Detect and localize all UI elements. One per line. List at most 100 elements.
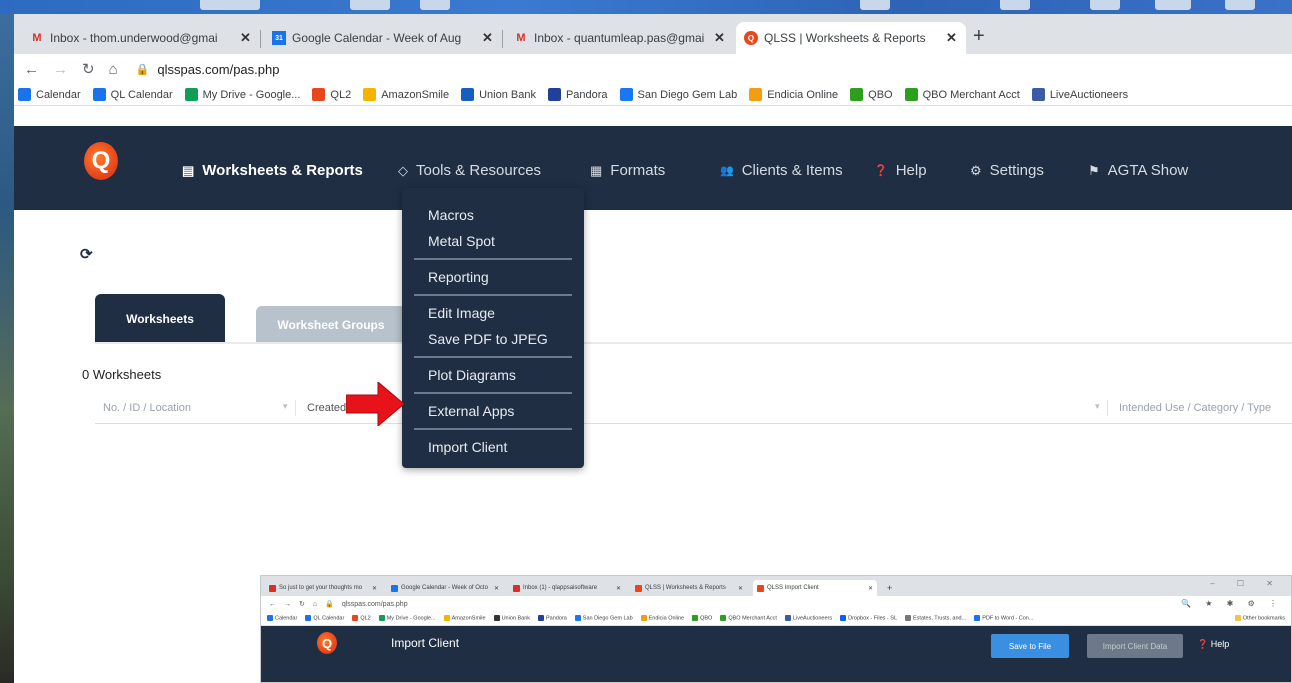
reload-icon[interactable]: ↻ [299,600,305,608]
inset-bookmark-item[interactable]: QBO Merchant Acct [720,615,777,622]
close-icon[interactable]: ✕ [738,585,743,592]
inset-tab-2[interactable]: Inbox (1) - qlappsaisoftware ✕ [509,580,625,596]
menu-item-import-client[interactable]: Import Client [402,434,584,460]
new-tab-button[interactable]: + [883,580,896,596]
inset-bookmark-item[interactable]: My Drive - Google... [378,615,436,622]
close-icon[interactable]: ✕ [868,585,873,592]
tab-worksheet-groups[interactable]: Worksheet Groups [256,306,406,344]
other-bookmarks[interactable]: Other bookmarks [1234,615,1285,621]
forward-icon[interactable]: → [53,61,68,78]
bookmark-item[interactable]: Pandora [547,88,608,101]
browser-tab-1[interactable]: 31 Google Calendar - Week of Aug ✕ [264,22,502,54]
inset-bookmark-item[interactable]: Dropbox - Files - SL [840,615,897,622]
bookmark-label: LiveAuctioneers [792,615,833,622]
back-icon[interactable]: ← [269,601,276,608]
sort-icon[interactable]: ▾ [283,401,288,412]
bookmark-item[interactable]: Union Bank [461,88,536,101]
import-client-data-button[interactable]: Import Client Data [1087,634,1183,658]
menu-item-save-pdf-to-jpeg[interactable]: Save PDF to JPEG [402,326,584,352]
tab-favicon-icon [757,584,764,592]
inset-bookmark-item[interactable]: Union Bank [493,615,530,622]
menu-item-macros[interactable]: Macros [402,202,584,228]
bookmark-label: QBO [700,615,713,622]
bookmark-item[interactable]: QBO [850,88,893,101]
menu-item-edit-image[interactable]: Edit Image [402,300,584,326]
worksheet-count: 0 Worksheets [82,367,162,382]
bookmark-item[interactable]: QL2 [312,88,351,101]
browser-tab-2[interactable]: M Inbox - quantumleap.pas@gmai ✕ [506,22,734,54]
bookmark-item[interactable]: QL Calendar [92,88,173,101]
inset-bookmark-item[interactable]: Endicia Online [640,615,684,622]
close-icon[interactable]: ✕ [240,30,252,46]
inset-help[interactable]: ❓ Help [1197,639,1229,650]
browser-tab-3[interactable]: Q QLSS | Worksheets & Reports ✕ [736,22,966,54]
inset-bookmark-item[interactable]: QL Calendar [305,615,344,622]
nav-clients-items[interactable]: 👥 Clients & Items [720,162,843,179]
grid-header: No. / ID / Location ▾ Created ▾ Intended… [95,392,1292,424]
nav-worksheets-reports[interactable]: ▤ Worksheets & Reports [182,162,363,179]
sort-icon[interactable]: ▾ [1095,401,1100,412]
inset-tab-0[interactable]: So just to get your thoughts mo ✕ [265,580,381,596]
close-icon[interactable]: ✕ [482,30,494,46]
desktop-background [0,0,14,683]
inset-bookmark-item[interactable]: San Diego Gem Lab [574,615,633,622]
bookmark-item[interactable]: My Drive - Google... [184,88,301,101]
address-bar[interactable]: 🔒 qlsspas.com/pas.php [136,62,280,77]
close-icon[interactable]: ✕ [494,585,499,592]
tab-worksheets[interactable]: Worksheets [95,294,225,344]
close-icon[interactable]: ✕ [372,585,377,592]
extension-icons[interactable]: 🔍 ★ ✱ ⚙ ⋮ [1181,599,1283,608]
nav-settings[interactable]: ⚙ Settings [970,162,1044,179]
nav-formats[interactable]: ▦ Formats [590,162,665,179]
save-to-file-button[interactable]: Save to File [991,634,1069,658]
nav-tools-resources[interactable]: ◇ Tools & Resources [398,162,541,179]
nav-agta-show[interactable]: ⚑ AGTA Show [1088,162,1188,179]
menu-item-metal-spot[interactable]: Metal Spot [402,228,584,254]
new-tab-button[interactable]: + [973,25,985,48]
column-header-intended-use[interactable]: Intended Use / Category / Type [1119,402,1271,414]
bookmark-label: My Drive - Google... [202,88,301,101]
inset-tab-strip: – ☐ ✕ So just to get your thoughts mo ✕ Go… [261,576,1291,596]
menu-item-reporting[interactable]: Reporting [402,264,584,290]
column-header-created[interactable]: Created [307,402,346,414]
window-controls[interactable]: – ☐ ✕ [1210,579,1283,588]
home-icon[interactable]: ⌂ [109,61,118,78]
bookmark-item[interactable]: AmazonSmile [363,88,449,101]
inset-page-title: Import Client [391,636,460,650]
app-logo[interactable]: Q [84,142,118,180]
inset-bookmark-item[interactable]: QBO [692,615,713,622]
inset-bookmark-item[interactable]: Calendar [267,615,297,622]
bookmark-item[interactable]: Calendar [18,88,81,101]
home-icon[interactable]: ⌂ [313,601,317,608]
inset-bookmark-item[interactable]: PDF to Word - Con... [974,615,1033,622]
bookmark-item[interactable]: LiveAuctioneers [1031,88,1128,101]
browser-tab-0[interactable]: M Inbox - thom.underwood@gmai ✕ [22,22,260,54]
inset-url-text[interactable]: qlsspas.com/pas.php [342,601,408,608]
bookmark-icon [784,615,791,622]
app-logo[interactable]: Q [317,632,337,654]
inset-bookmark-item[interactable]: QL2 [352,615,371,622]
inset-tab-3[interactable]: QLSS | Worksheets & Reports ✕ [631,580,747,596]
close-icon[interactable]: ✕ [616,585,621,592]
bookmark-item[interactable]: San Diego Gem Lab [619,88,737,101]
inset-bookmark-item[interactable]: LiveAuctioneers [784,615,833,622]
nav-help[interactable]: ❓ Help [874,162,927,179]
inset-tab-1[interactable]: Google Calendar - Week of Octo ✕ [387,580,503,596]
menu-item-external-apps[interactable]: External Apps [402,398,584,424]
close-icon[interactable]: ✕ [946,30,958,46]
bookmark-item[interactable]: QBO Merchant Acct [904,88,1020,101]
lock-icon: 🔒 [325,601,334,608]
back-icon[interactable]: ← [24,61,39,78]
inset-tab-4[interactable]: QLSS Import Client ✕ [753,580,877,596]
inset-bookmark-item[interactable]: Pandora [538,615,567,622]
column-header-id[interactable]: No. / ID / Location [103,402,191,414]
inset-bookmark-item[interactable]: Estates, Trusts, and... [905,615,966,622]
desktop-taskbar [0,0,1292,14]
close-icon[interactable]: ✕ [714,30,726,46]
forward-icon[interactable]: → [284,601,291,608]
refresh-icon[interactable]: ⟳ [80,245,93,263]
menu-item-plot-diagrams[interactable]: Plot Diagrams [402,362,584,388]
bookmark-item[interactable]: Endicia Online [749,88,838,101]
inset-bookmark-item[interactable]: AmazonSmile [443,615,486,622]
reload-icon[interactable]: ↻ [82,60,95,78]
